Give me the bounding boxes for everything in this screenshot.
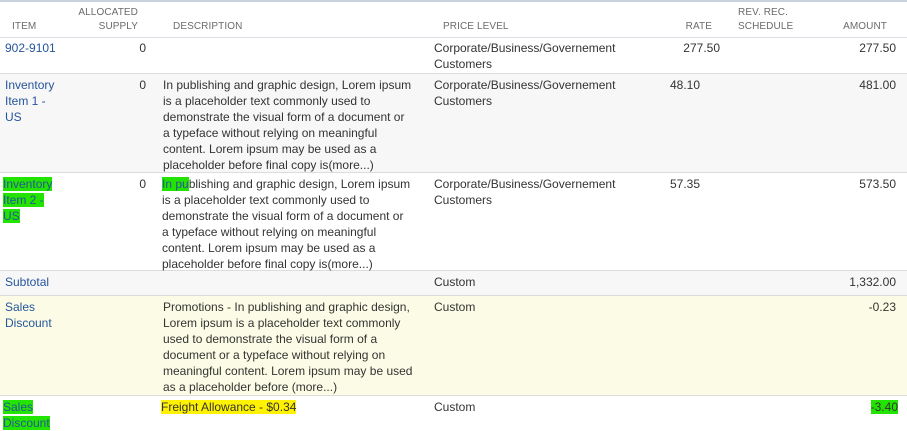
rate-value: 57.35 <box>669 177 700 191</box>
table-row[interactable]: Inventory Item 2 - US 0 In publishing an… <box>0 173 907 271</box>
more-link[interactable]: (more...) <box>327 257 372 271</box>
header-rev-rec-line2[interactable]: SCHEDULE <box>738 20 793 33</box>
description-text: Promotions - In publishing and graphic d… <box>163 300 413 394</box>
subtotal-row[interactable]: Subtotal Custom 1,332.00 <box>0 271 907 296</box>
table-row[interactable]: 902-9101 0 Corporate/Business/Governemen… <box>0 37 907 74</box>
amount-value: 1,332.00 <box>849 275 896 289</box>
allocated-supply-value: 0 <box>139 41 146 55</box>
more-link[interactable]: (more...) <box>328 158 373 172</box>
amount-value: -3.40 <box>870 400 898 414</box>
amount-value: 481.00 <box>859 78 896 92</box>
header-item[interactable]: ITEM <box>12 20 36 33</box>
header-amount[interactable]: AMOUNT <box>800 20 887 33</box>
rate-value: 48.10 <box>669 78 700 92</box>
header-price-level[interactable]: PRICE LEVEL <box>443 20 509 33</box>
item-link[interactable]: Subtotal <box>5 274 49 290</box>
item-link[interactable]: Sales Discount <box>3 399 50 431</box>
amount-value: 277.50 <box>859 41 896 55</box>
table-row[interactable]: Sales Discount Freight Allowance - $0.34… <box>0 396 907 431</box>
table-row[interactable]: Sales Discount Promotions - In publishing… <box>0 296 907 396</box>
allocated-supply-value: 0 <box>139 78 146 92</box>
allocated-supply-value: 0 <box>139 177 146 191</box>
item-link[interactable]: Sales Discount <box>5 299 52 331</box>
price-level-value: Custom <box>434 400 476 414</box>
price-level-value: Corporate/Business/Governement Customers <box>434 177 616 207</box>
price-level-value: Corporate/Business/Governement Customers <box>434 78 616 108</box>
header-allocated-supply-line1[interactable]: ALLOCATED <box>78 6 138 19</box>
amount-value: -0.23 <box>868 300 896 314</box>
header-description[interactable]: DESCRIPTION <box>173 20 242 33</box>
description-text: Freight Allowance - $0.34 <box>161 400 297 414</box>
item-link[interactable]: Inventory Item 1 - US <box>5 77 54 125</box>
header-allocated-supply-line2[interactable]: SUPPLY <box>78 20 138 33</box>
item-lines-grid: ITEM ALLOCATED SUPPLY DESCRIPTION PRICE … <box>0 0 907 431</box>
price-level-value: Custom <box>434 300 476 314</box>
item-link[interactable]: 902-9101 <box>5 40 56 56</box>
header-rate[interactable]: RATE <box>660 20 712 33</box>
description-text: In publishing and graphic design, Lorem … <box>163 78 412 172</box>
amount-value: 573.50 <box>859 177 896 191</box>
table-row[interactable]: Inventory Item 1 - US 0 In publishing and … <box>0 74 907 173</box>
description-text: In publishing and graphic design, Lorem … <box>162 177 411 271</box>
price-level-value: Custom <box>434 275 476 289</box>
price-level-value: Corporate/Business/Governement Customers <box>434 41 616 71</box>
item-link[interactable]: Inventory Item 2 - US <box>3 176 53 224</box>
header-rev-rec-line1[interactable]: REV. REC. <box>738 6 788 19</box>
rate-value: 277.50 <box>683 41 720 55</box>
grid-header: ITEM ALLOCATED SUPPLY DESCRIPTION PRICE … <box>0 2 907 38</box>
more-link[interactable]: (more...) <box>292 380 337 394</box>
